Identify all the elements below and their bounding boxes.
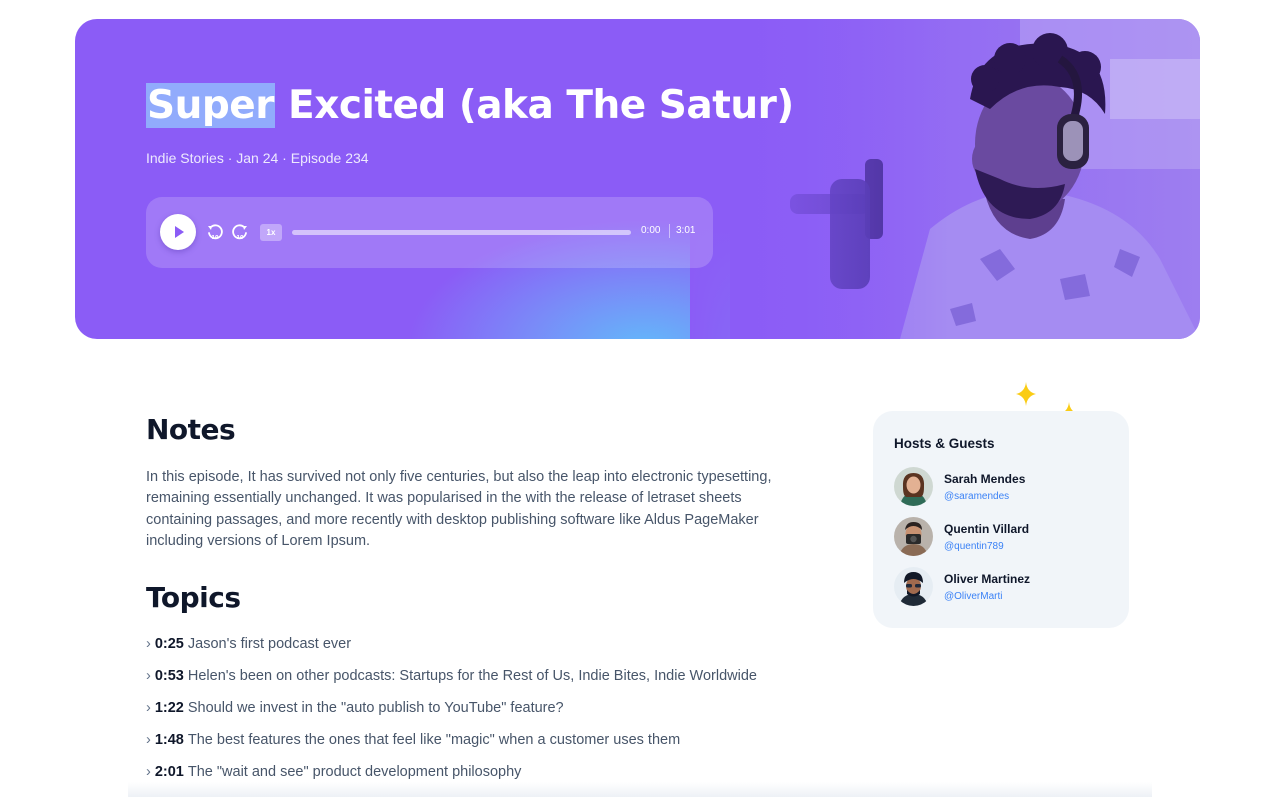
- play-button[interactable]: [160, 214, 196, 250]
- host-handle[interactable]: @quentin789: [944, 541, 1004, 552]
- host-item[interactable]: Sarah Mendes @saramendes: [894, 467, 1114, 507]
- topic-item[interactable]: › 2:01 The "wait and see" product developm…: [146, 764, 521, 780]
- notes-text: In this episode, It has survived not onl…: [146, 469, 772, 549]
- svg-text:10: 10: [212, 235, 219, 241]
- host-name: Sarah Mendes: [944, 472, 1026, 486]
- avatar: [894, 567, 933, 606]
- episode-title-selected: Super: [146, 83, 275, 128]
- chevron-right-icon: ›: [146, 732, 151, 748]
- topic-text: Should we invest in the "auto publish to…: [187, 700, 564, 716]
- chevron-right-icon: ›: [146, 668, 151, 684]
- avatar: [894, 517, 933, 556]
- topic-item[interactable]: › 0:53 Helen's been on other podcasts: Sta…: [146, 668, 757, 684]
- svg-text:10: 10: [237, 235, 244, 241]
- host-name: Oliver Martinez: [944, 572, 1031, 586]
- duration: 3:01: [676, 225, 696, 236]
- avatar: [894, 467, 933, 506]
- topic-time: 1:22: [154, 700, 184, 716]
- time-separator: [669, 224, 670, 238]
- topic-time: 0:25: [154, 636, 184, 652]
- current-time: 0:00: [641, 225, 661, 236]
- sparkle-icon: [1016, 382, 1036, 406]
- topic-time: 2:01: [154, 764, 184, 780]
- chevron-right-icon: ›: [146, 700, 151, 716]
- topic-text: Helen's been on other podcasts: Startups…: [187, 668, 757, 684]
- chevron-right-icon: ›: [146, 636, 151, 652]
- topic-item[interactable]: › 0:25 Jason's first podcast ever: [146, 636, 351, 652]
- host-item[interactable]: Quentin Villard @quentin789: [894, 517, 1114, 557]
- hosts-heading: Hosts & Guests: [894, 436, 995, 451]
- topic-time: 0:53: [154, 668, 184, 684]
- host-handle[interactable]: @saramendes: [944, 491, 1009, 502]
- topics-heading: Topics: [146, 581, 241, 614]
- forward-10-icon[interactable]: 10: [231, 223, 249, 241]
- bottom-fade: [128, 782, 1152, 797]
- topic-item[interactable]: › 1:22 Should we invest in the "auto publi…: [146, 700, 564, 716]
- rewind-10-icon[interactable]: 10: [206, 223, 224, 241]
- topic-text: The best features the ones that feel lik…: [187, 732, 681, 748]
- audio-player: 10 10 1x 0:00 3:01: [146, 197, 713, 268]
- host-handle[interactable]: @OliverMarti: [944, 591, 1003, 602]
- topic-item[interactable]: › 1:48 The best features the ones that fee…: [146, 732, 680, 748]
- host-item[interactable]: Oliver Martinez @OliverMarti: [894, 567, 1114, 607]
- notes-heading: Notes: [146, 413, 236, 446]
- topic-time: 1:48: [154, 732, 184, 748]
- playback-speed-button[interactable]: 1x: [260, 224, 282, 241]
- hosts-card: Hosts & Guests Sarah Mendes @saramendes: [873, 411, 1129, 628]
- chevron-right-icon: ›: [146, 764, 151, 780]
- episode-hero: Super Excited (aka The Satur) Indie Stor…: [75, 19, 1200, 339]
- episode-meta: Indie Stories · Jan 24 · Episode 234: [146, 150, 369, 166]
- episode-title: Super Excited (aka The Satur): [146, 83, 794, 128]
- host-name: Quentin Villard: [944, 522, 1030, 536]
- progress-track[interactable]: [292, 230, 631, 235]
- topic-text: The "wait and see" product development p…: [187, 764, 522, 780]
- episode-title-rest: Excited (aka The Satur): [274, 83, 794, 128]
- hero-fade: [690, 19, 950, 339]
- topic-text: Jason's first podcast ever: [187, 636, 352, 652]
